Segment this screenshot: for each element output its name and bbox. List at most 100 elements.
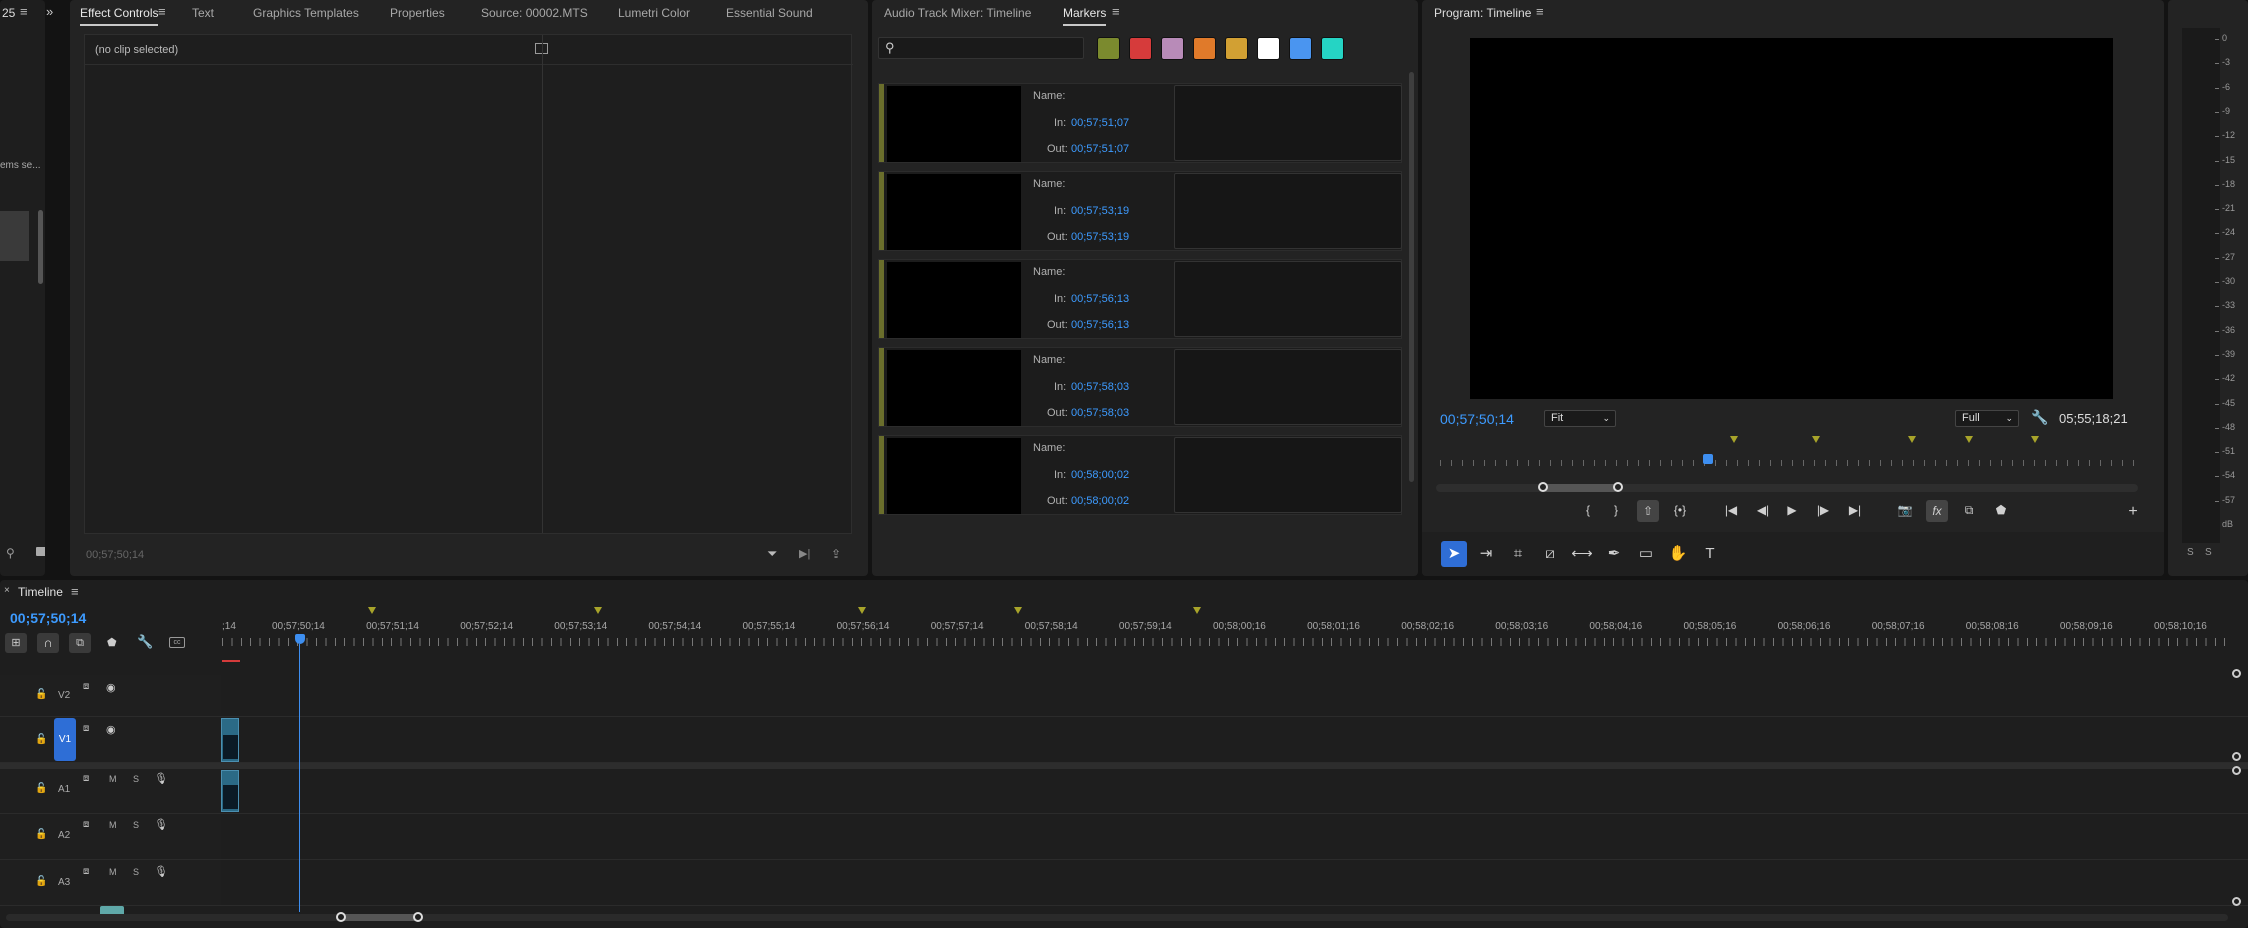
timeline-playhead[interactable]: [295, 634, 305, 644]
zoom-scrollbar-thumb[interactable]: [1542, 484, 1618, 492]
hamburger-icon[interactable]: ≡: [1536, 4, 1544, 19]
tab-essential-sound[interactable]: Essential Sound: [726, 6, 813, 20]
lock-icon[interactable]: 🔓: [35, 734, 47, 745]
meter-solo-left[interactable]: S: [2187, 547, 2194, 558]
audio-clip-a1[interactable]: [221, 770, 239, 812]
color-filter-swatch[interactable]: [1193, 37, 1216, 60]
hamburger-icon[interactable]: ≡: [20, 4, 28, 19]
resolution-select[interactable]: Full ⌄: [1955, 410, 2019, 427]
captions-icon[interactable]: cc: [169, 637, 185, 648]
program-playhead-timecode[interactable]: 00;57;50;14: [1440, 411, 1514, 427]
scroll-handle-right[interactable]: [413, 912, 423, 922]
program-playhead[interactable]: [1703, 454, 1713, 464]
timeline-timecode[interactable]: 00;57;50;14: [10, 610, 86, 626]
marker-row[interactable]: Name: In: 00;57;56;13 Out: 00;57;56;13: [878, 259, 1402, 339]
program-marker[interactable]: [1812, 436, 1820, 443]
hamburger-icon[interactable]: ≡: [1112, 4, 1120, 19]
fit-select[interactable]: Fit ⌄: [1544, 410, 1616, 427]
go-to-out-icon[interactable]: ▶|: [1844, 503, 1866, 517]
timeline-hscrollbar[interactable]: [6, 912, 2228, 922]
step-forward-icon[interactable]: |▶: [1812, 503, 1834, 517]
mark-out-icon[interactable]: }: [1605, 503, 1627, 517]
track-a3[interactable]: [0, 860, 2248, 906]
track-v1[interactable]: [0, 717, 2248, 763]
marker-out-value[interactable]: 00;58;00;02: [1071, 495, 1129, 507]
marker-in-value[interactable]: 00;57;53;19: [1071, 205, 1129, 217]
track-a1[interactable]: [0, 769, 2248, 814]
hamburger-icon[interactable]: ≡: [158, 4, 166, 19]
folder-icon[interactable]: [36, 547, 45, 556]
marker-in-value[interactable]: 00;57;51;07: [1071, 117, 1129, 129]
timeline-marker[interactable]: [1193, 607, 1201, 614]
search-icon[interactable]: ⚲: [6, 546, 15, 560]
meter-solo-right[interactable]: S: [2205, 547, 2212, 558]
panel-overflow-icon[interactable]: »: [46, 4, 53, 19]
microphone-icon[interactable]: 🎙: [154, 772, 168, 785]
sync-lock-icon[interactable]: ⧈: [83, 723, 89, 734]
marker-comment-box[interactable]: [1174, 349, 1402, 425]
marker-in-value[interactable]: 00;58;00;02: [1071, 469, 1129, 481]
lock-icon[interactable]: 🔓: [35, 783, 47, 794]
color-filter-swatch[interactable]: [1289, 37, 1312, 60]
lock-icon[interactable]: 🔓: [35, 689, 47, 700]
timeline-settings-icon[interactable]: 🔧: [137, 634, 153, 650]
marker-out-value[interactable]: 00;57;58;03: [1071, 407, 1129, 419]
sync-lock-icon[interactable]: ⧈: [83, 773, 89, 784]
color-filter-swatch[interactable]: [1129, 37, 1152, 60]
track-select-tool-icon[interactable]: ⇥: [1473, 541, 1499, 567]
color-filter-swatch[interactable]: [1321, 37, 1344, 60]
project-tab[interactable]: 25: [2, 6, 15, 20]
timeline-tab[interactable]: Timeline: [18, 585, 63, 599]
add-button-icon[interactable]: +: [2122, 503, 2144, 521]
sync-lock-icon[interactable]: ⧈: [83, 819, 89, 830]
razor-tool-icon[interactable]: ⧄: [1537, 541, 1563, 567]
wrench-icon[interactable]: 🔧: [2031, 409, 2048, 426]
linked-selection-icon[interactable]: ⧉: [69, 633, 91, 653]
color-filter-swatch[interactable]: [1161, 37, 1184, 60]
marker-comment-box[interactable]: [1174, 173, 1402, 249]
microphone-icon[interactable]: 🎙: [154, 818, 168, 831]
marker-out-value[interactable]: 00;57;51;07: [1071, 143, 1129, 155]
play-audio-icon[interactable]: ▶|: [799, 547, 810, 560]
search-input[interactable]: [901, 40, 1079, 56]
lock-icon[interactable]: 🔓: [35, 829, 47, 840]
selection-tool-icon[interactable]: ➤: [1441, 541, 1467, 567]
marker-row[interactable]: Name: In: 00;58;00;02 Out: 00;58;00;02: [878, 435, 1402, 515]
solo-button[interactable]: S: [133, 867, 139, 877]
mute-button[interactable]: M: [109, 774, 117, 784]
tab-properties[interactable]: Properties: [390, 6, 445, 20]
lift-icon[interactable]: ⇧: [1637, 500, 1659, 522]
color-filter-swatch[interactable]: [1225, 37, 1248, 60]
track-a2[interactable]: [0, 814, 2248, 860]
snap-icon[interactable]: ∩: [37, 633, 59, 653]
color-filter-swatch[interactable]: [1097, 37, 1120, 60]
timeline-close-icon[interactable]: ×: [4, 585, 10, 596]
tab-audio-track-mixer[interactable]: Audio Track Mixer: Timeline: [884, 6, 1031, 20]
filter-icon[interactable]: ⏷: [767, 546, 777, 562]
eye-icon[interactable]: ◉: [106, 681, 116, 694]
zoom-handle-right[interactable]: [1613, 482, 1623, 492]
marker-in-value[interactable]: 00;57;58;03: [1071, 381, 1129, 393]
timeline-marker[interactable]: [858, 607, 866, 614]
lock-icon[interactable]: 🔓: [35, 876, 47, 887]
project-scrollbar[interactable]: [38, 210, 43, 284]
marker-row[interactable]: Name: In: 00;57;53;19 Out: 00;57;53;19: [878, 171, 1402, 251]
timeline-marker[interactable]: [368, 607, 376, 614]
zoom-scrollbar[interactable]: [1436, 482, 2138, 492]
mute-button[interactable]: M: [109, 867, 117, 877]
scroll-handle-left[interactable]: [336, 912, 346, 922]
export-frame-icon[interactable]: 📷: [1894, 503, 1916, 517]
track-height-handle[interactable]: [2232, 752, 2241, 761]
program-marker[interactable]: [1908, 436, 1916, 443]
marker-out-value[interactable]: 00;57;56;13: [1071, 319, 1129, 331]
tab-lumetri-color[interactable]: Lumetri Color: [618, 6, 690, 20]
go-to-in-out-icon[interactable]: {•}: [1669, 503, 1691, 517]
track-height-handle[interactable]: [2232, 897, 2241, 906]
fx-icon[interactable]: fx: [1926, 500, 1948, 522]
marker-scrollbar[interactable]: [1409, 72, 1414, 482]
zoom-handle-left[interactable]: [1538, 482, 1548, 492]
export-icon[interactable]: ⇪: [831, 547, 841, 561]
track-height-handle[interactable]: [2232, 669, 2241, 678]
go-to-in-icon[interactable]: |◀: [1720, 503, 1742, 517]
timeline-marker[interactable]: [1014, 607, 1022, 614]
